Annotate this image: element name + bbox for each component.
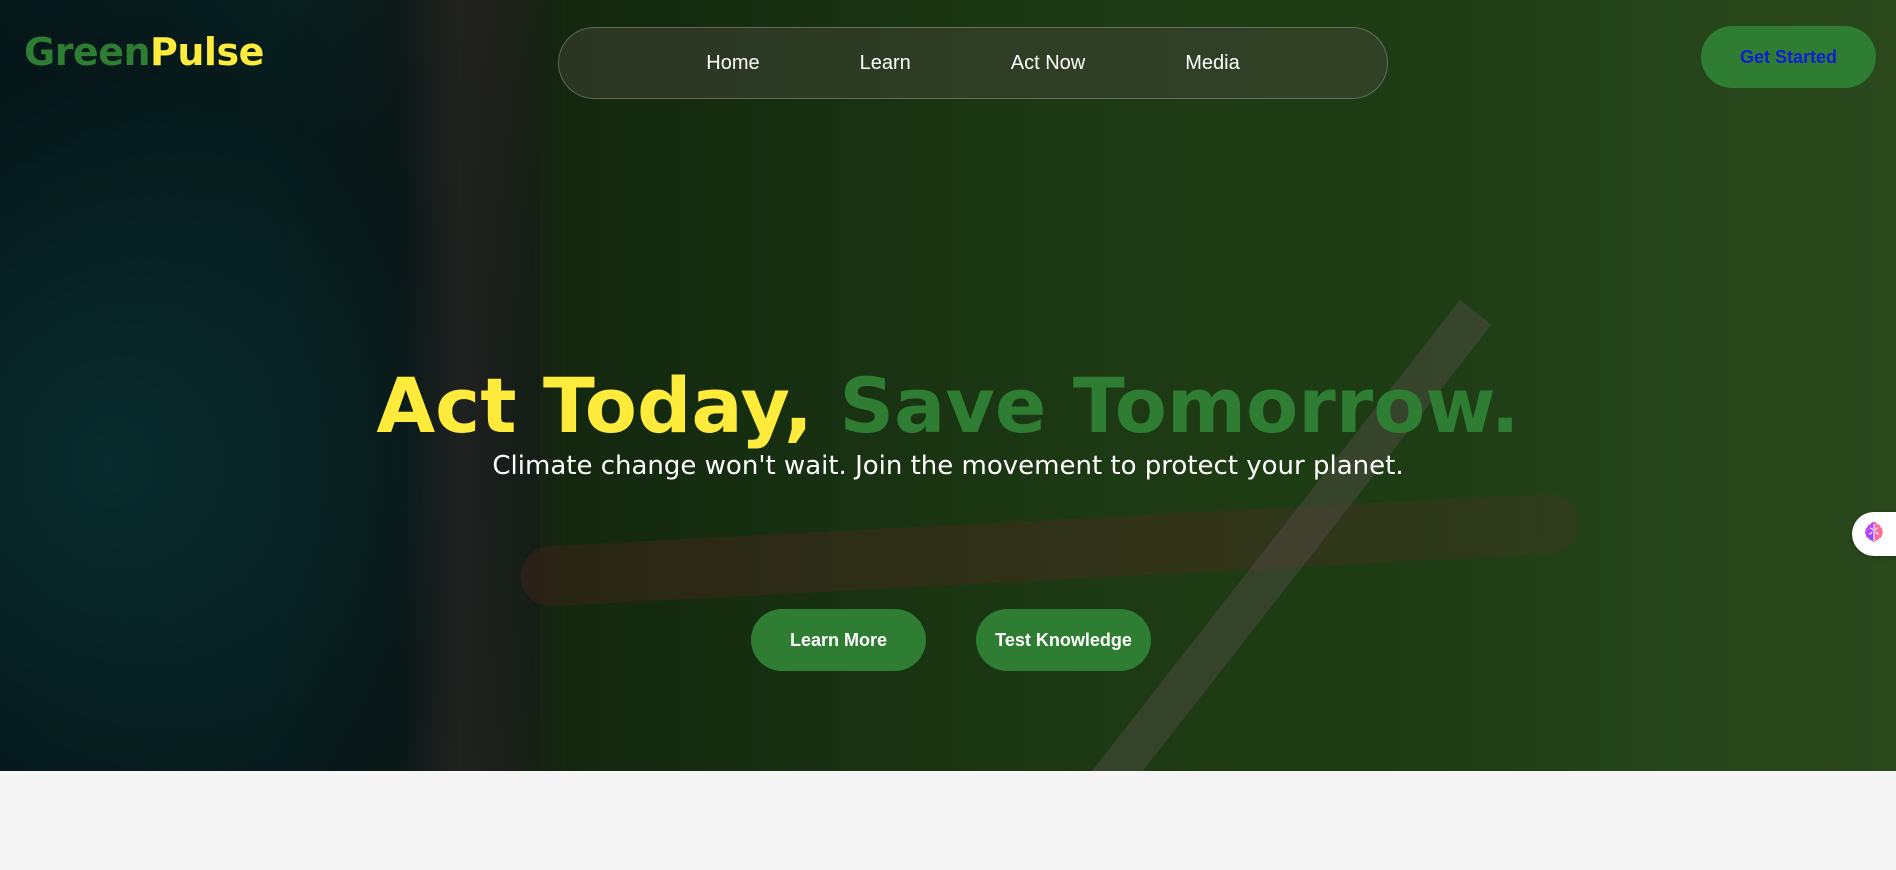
hero-headline-part1: Act Today, (376, 360, 840, 450)
test-knowledge-button[interactable]: Test Knowledge (976, 609, 1151, 671)
nav-item-act-now[interactable]: Act Now (961, 52, 1135, 75)
brand-logo-part-green: Green (24, 30, 151, 74)
hero-section: GreenPulse Home Learn Act Now Media Get … (0, 0, 1896, 771)
hero-headline: Act Today, Save Tomorrow. (0, 361, 1896, 450)
brain-icon (1861, 519, 1887, 549)
learn-more-button[interactable]: Learn More (751, 609, 926, 671)
brand-logo[interactable]: GreenPulse (24, 30, 264, 74)
get-started-button[interactable]: Get Started (1701, 26, 1876, 88)
nav-item-home[interactable]: Home (656, 52, 809, 75)
brand-logo-part-yellow: Pulse (150, 30, 264, 74)
side-widget-toggle[interactable] (1852, 512, 1896, 556)
nav-item-learn[interactable]: Learn (810, 52, 961, 75)
hero-headline-part2: Save Tomorrow. (839, 360, 1520, 450)
hero-subtitle: Climate change won't wait. Join the move… (492, 451, 1404, 481)
nav-item-media[interactable]: Media (1135, 52, 1289, 75)
main-nav: Home Learn Act Now Media (558, 27, 1388, 99)
